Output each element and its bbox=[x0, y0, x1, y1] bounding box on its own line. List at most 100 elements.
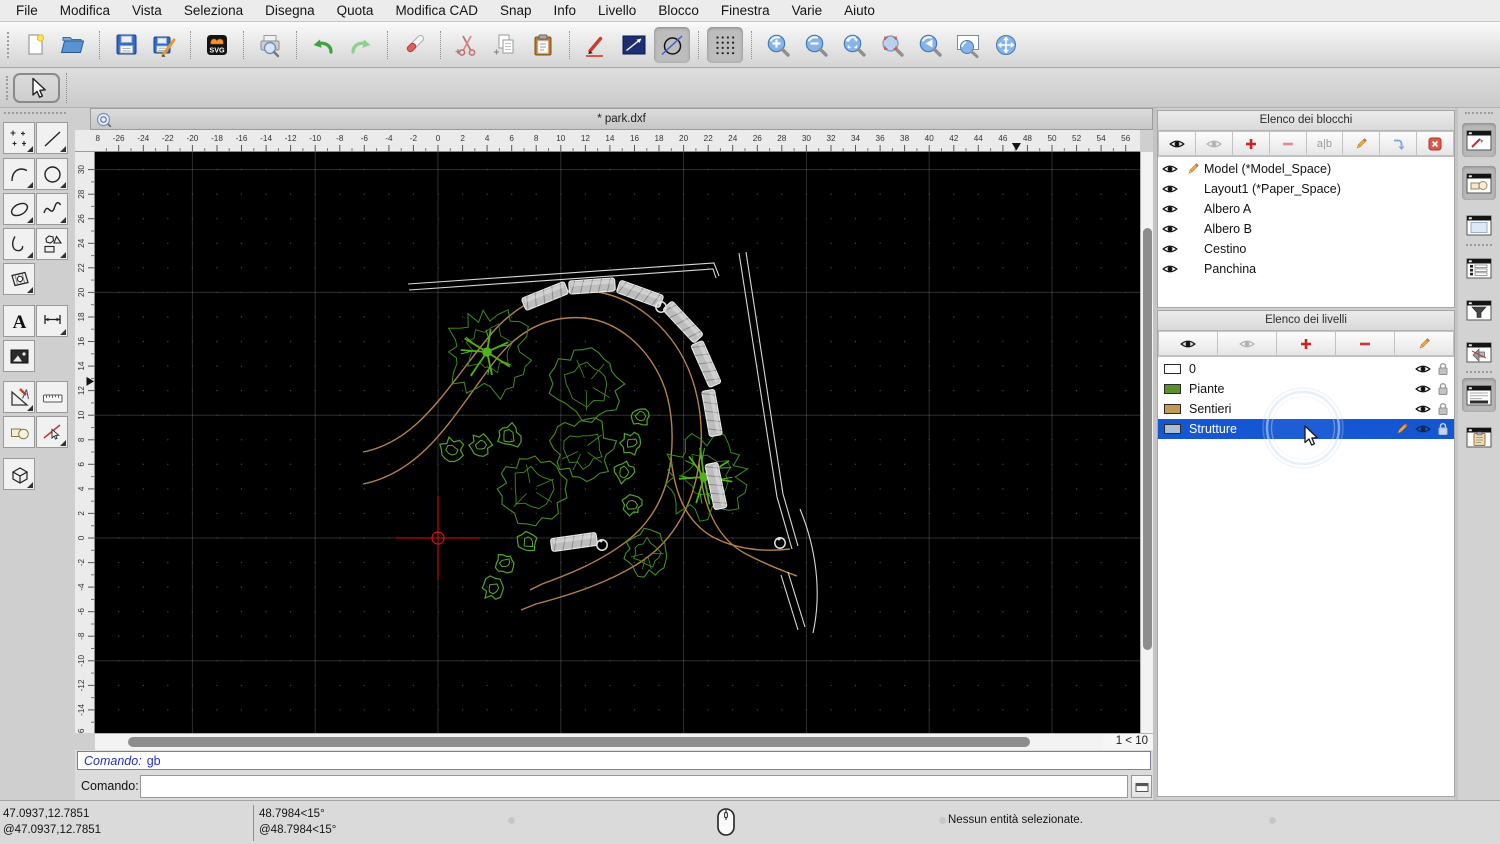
eraser-button[interactable] bbox=[396, 27, 432, 63]
block-eye-button[interactable] bbox=[1158, 131, 1196, 156]
line-arrow-button[interactable] bbox=[616, 27, 652, 63]
zoom-window-button[interactable] bbox=[950, 27, 986, 63]
block-row[interactable]: Cestino bbox=[1158, 239, 1454, 259]
zoom-out-button[interactable] bbox=[798, 27, 834, 63]
menu-snap[interactable]: Snap bbox=[489, 0, 543, 21]
block-insert-block-button[interactable] bbox=[1380, 131, 1418, 156]
new-file-button[interactable] bbox=[17, 27, 53, 63]
block-eye-off-button[interactable] bbox=[1195, 131, 1233, 156]
layer-eye-button[interactable] bbox=[1158, 331, 1218, 356]
svg-export-button[interactable]: SVG bbox=[199, 27, 235, 63]
menu-quota[interactable]: Quota bbox=[326, 0, 385, 21]
text-tool-button[interactable]: A bbox=[3, 305, 35, 337]
dock-library-button[interactable] bbox=[1462, 251, 1496, 285]
layer-plus-button[interactable] bbox=[1277, 331, 1336, 356]
grid-toggle-button[interactable] bbox=[707, 26, 743, 63]
dock-output-button[interactable] bbox=[1462, 335, 1496, 369]
paste-button[interactable] bbox=[525, 27, 561, 63]
menu-finestra[interactable]: Finestra bbox=[710, 0, 781, 21]
dock-filter-button[interactable] bbox=[1462, 293, 1496, 327]
zoom-auto-button[interactable] bbox=[836, 27, 872, 63]
block-row[interactable]: Model (*Model_Space) bbox=[1158, 159, 1454, 179]
vertical-scrollbar[interactable] bbox=[1140, 152, 1153, 733]
menu-livello[interactable]: Livello bbox=[587, 0, 647, 21]
undo-button[interactable] bbox=[305, 27, 341, 63]
menu-seleziona[interactable]: Seleziona bbox=[173, 0, 254, 21]
layer-minus-button[interactable] bbox=[1336, 331, 1395, 356]
block-row[interactable]: Albero A bbox=[1158, 199, 1454, 219]
horizontal-scrollbar-thumb[interactable] bbox=[128, 737, 1030, 747]
zoom-select-button[interactable] bbox=[874, 27, 910, 63]
block-plus-button[interactable] bbox=[1232, 131, 1270, 156]
draw-pencil-button[interactable] bbox=[578, 27, 614, 63]
menu-file[interactable]: File bbox=[5, 0, 49, 21]
copy-button[interactable] bbox=[487, 27, 523, 63]
command-input[interactable] bbox=[140, 775, 1128, 798]
layer-row[interactable]: Sentieri bbox=[1158, 399, 1454, 419]
dock-blocks-button[interactable] bbox=[1462, 166, 1496, 200]
block-row[interactable]: Albero B bbox=[1158, 219, 1454, 239]
drawing-canvas[interactable] bbox=[95, 152, 1140, 733]
dock-drag-handle[interactable] bbox=[1465, 112, 1493, 114]
ellipse-tool-button[interactable] bbox=[3, 193, 35, 225]
block-minus-soft-button[interactable] bbox=[1269, 131, 1307, 156]
zoom-previous-button[interactable] bbox=[912, 27, 948, 63]
block-row[interactable]: Panchina bbox=[1158, 259, 1454, 279]
point-tool-button[interactable] bbox=[3, 122, 35, 154]
dock-draft-button[interactable] bbox=[1462, 123, 1496, 157]
selection-tool-button[interactable] bbox=[13, 73, 60, 103]
document-title-bar[interactable]: * park.dxf bbox=[90, 108, 1153, 130]
pan-button[interactable] bbox=[988, 27, 1024, 63]
layer-row[interactable]: Strutture bbox=[1158, 419, 1454, 439]
menu-vista[interactable]: Vista bbox=[121, 0, 173, 21]
polyline-tool-button[interactable] bbox=[3, 228, 35, 260]
menu-disegna[interactable]: Disegna bbox=[254, 0, 326, 21]
polygon-tool-button[interactable] bbox=[36, 228, 68, 260]
dock-preview-button[interactable] bbox=[1462, 208, 1496, 242]
vertical-scrollbar-thumb[interactable] bbox=[1143, 228, 1152, 650]
block-pencil-button[interactable] bbox=[1343, 131, 1381, 156]
palette-drag-handle[interactable] bbox=[4, 112, 66, 114]
command-options-button[interactable] bbox=[1131, 775, 1152, 798]
open-file-button[interactable] bbox=[55, 27, 91, 63]
save-button[interactable] bbox=[108, 27, 144, 63]
modify-tool-button[interactable] bbox=[3, 381, 35, 413]
save-as-button[interactable] bbox=[146, 27, 182, 63]
zoom-in-button[interactable] bbox=[760, 27, 796, 63]
block-row[interactable]: Layout1 (*Paper_Space) bbox=[1158, 179, 1454, 199]
layer-pencil-button[interactable] bbox=[1395, 331, 1454, 356]
layer-eye-off-button[interactable] bbox=[1218, 331, 1277, 356]
arc-tool-button[interactable] bbox=[3, 158, 35, 190]
dock-command-button[interactable] bbox=[1462, 378, 1496, 412]
measure-tool-button[interactable] bbox=[36, 381, 68, 413]
print-preview-button[interactable] bbox=[252, 27, 288, 63]
menu-aiuto[interactable]: Aiuto bbox=[833, 0, 886, 21]
dimension-tool-button[interactable] bbox=[36, 305, 68, 337]
image-tool-button[interactable] bbox=[3, 340, 35, 372]
deselect-tool-button[interactable] bbox=[36, 416, 68, 448]
menu-modifica-cad[interactable]: Modifica CAD bbox=[384, 0, 489, 21]
command-history[interactable]: Comando: gb bbox=[77, 751, 1151, 770]
horizontal-scrollbar[interactable] bbox=[95, 733, 1103, 750]
hatch-tool-button[interactable] bbox=[3, 263, 35, 295]
block-tool-button[interactable] bbox=[3, 416, 35, 448]
dock-clipboard-button[interactable] bbox=[1462, 420, 1496, 454]
spline-tool-button[interactable] bbox=[36, 193, 68, 225]
layer-row[interactable]: 0 bbox=[1158, 359, 1454, 379]
layer-row[interactable]: Piante bbox=[1158, 379, 1454, 399]
block-remove-x-button[interactable] bbox=[1417, 131, 1454, 156]
toolbar-drag-handle[interactable] bbox=[6, 76, 8, 100]
toolbar-drag-handle[interactable] bbox=[7, 31, 10, 58]
menu-info[interactable]: Info bbox=[543, 0, 588, 21]
circle-line-button[interactable] bbox=[654, 26, 690, 63]
menu-modifica[interactable]: Modifica bbox=[49, 0, 121, 21]
redo-button[interactable] bbox=[343, 27, 379, 63]
menu-blocco[interactable]: Blocco bbox=[647, 0, 710, 21]
cut-button[interactable] bbox=[449, 27, 485, 63]
block-rename-button[interactable]: a|b bbox=[1306, 131, 1344, 156]
solid-tool-button[interactable] bbox=[3, 458, 35, 490]
menu-varie[interactable]: Varie bbox=[781, 0, 834, 21]
line-tool-button[interactable] bbox=[36, 122, 68, 154]
circle-tool-button[interactable] bbox=[36, 158, 68, 190]
svg-text:18: 18 bbox=[77, 312, 86, 322]
